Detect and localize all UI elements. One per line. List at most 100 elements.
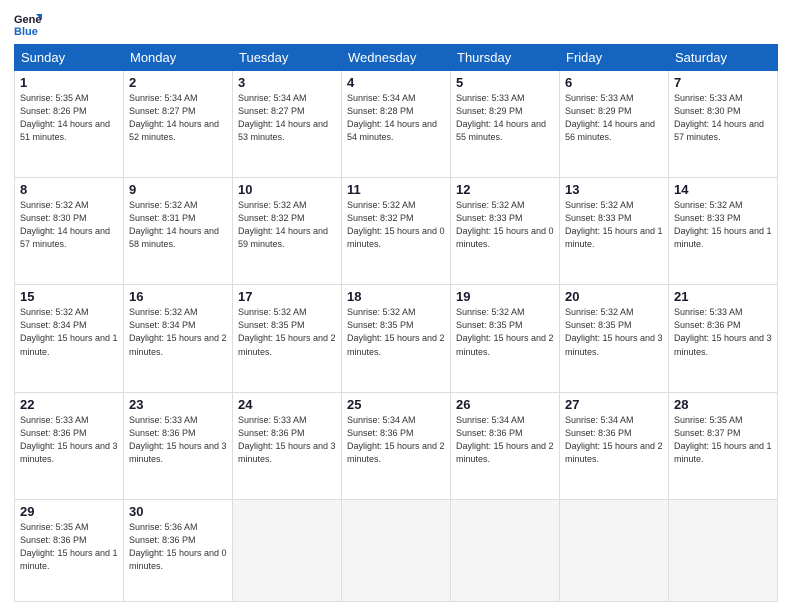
day-number: 4 [347, 75, 445, 90]
day-info: Sunrise: 5:35 AMSunset: 8:26 PMDaylight:… [20, 92, 118, 144]
calendar-cell: 9 Sunrise: 5:32 AMSunset: 8:31 PMDaylight… [124, 178, 233, 285]
calendar-cell [342, 499, 451, 601]
day-number: 11 [347, 182, 445, 197]
calendar-cell: 16 Sunrise: 5:32 AMSunset: 8:34 PMDayligh… [124, 285, 233, 392]
logo-icon: General Blue [14, 10, 42, 38]
day-number: 25 [347, 397, 445, 412]
day-number: 27 [565, 397, 663, 412]
day-info: Sunrise: 5:32 AMSunset: 8:34 PMDaylight:… [129, 306, 227, 358]
calendar-cell: 27 Sunrise: 5:34 AMSunset: 8:36 PMDayligh… [560, 392, 669, 499]
svg-text:General: General [14, 14, 42, 26]
day-info: Sunrise: 5:32 AMSunset: 8:35 PMDaylight:… [456, 306, 554, 358]
calendar-week-row: 8 Sunrise: 5:32 AMSunset: 8:30 PMDaylight… [15, 178, 778, 285]
col-header-friday: Friday [560, 45, 669, 71]
day-info: Sunrise: 5:32 AMSunset: 8:32 PMDaylight:… [238, 199, 336, 251]
calendar-cell: 26Sunrise: 5:34 AMSunset: 8:36 PMDayligh… [451, 392, 560, 499]
page: General Blue SundayMondayTuesdayWednesda… [0, 0, 792, 612]
day-info: Sunrise: 5:32 AMSunset: 8:35 PMDaylight:… [565, 306, 663, 358]
day-number: 20 [565, 289, 663, 304]
day-info: Sunrise: 5:32 AMSunset: 8:33 PMDaylight:… [456, 199, 554, 251]
day-number: 23 [129, 397, 227, 412]
day-number: 21 [674, 289, 772, 304]
calendar-header-row: SundayMondayTuesdayWednesdayThursdayFrid… [15, 45, 778, 71]
day-info: Sunrise: 5:33 AMSunset: 8:30 PMDaylight:… [674, 92, 772, 144]
day-number: 9 [129, 182, 227, 197]
day-number: 29 [20, 504, 118, 519]
calendar-cell [233, 499, 342, 601]
day-info: Sunrise: 5:32 AMSunset: 8:35 PMDaylight:… [347, 306, 445, 358]
day-info: Sunrise: 5:33 AMSunset: 8:36 PMDaylight:… [129, 414, 227, 466]
day-info: Sunrise: 5:35 AMSunset: 8:36 PMDaylight:… [20, 521, 118, 573]
col-header-sunday: Sunday [15, 45, 124, 71]
day-number: 10 [238, 182, 336, 197]
calendar-cell: 19 Sunrise: 5:32 AMSunset: 8:35 PMDayligh… [451, 285, 560, 392]
day-number: 6 [565, 75, 663, 90]
calendar-cell: 25 Sunrise: 5:34 AMSunset: 8:36 PMDayligh… [342, 392, 451, 499]
calendar-cell: 8 Sunrise: 5:32 AMSunset: 8:30 PMDaylight… [15, 178, 124, 285]
day-info: Sunrise: 5:34 AMSunset: 8:27 PMDaylight:… [238, 92, 336, 144]
day-info: Sunrise: 5:32 AMSunset: 8:32 PMDaylight:… [347, 199, 445, 251]
col-header-tuesday: Tuesday [233, 45, 342, 71]
calendar-cell: 4 Sunrise: 5:34 AMSunset: 8:28 PMDaylight… [342, 71, 451, 178]
day-number: 8 [20, 182, 118, 197]
day-number: 30 [129, 504, 227, 519]
calendar-cell [669, 499, 778, 601]
day-info: Sunrise: 5:33 AMSunset: 8:29 PMDaylight:… [565, 92, 663, 144]
day-info: Sunrise: 5:33 AMSunset: 8:29 PMDaylight:… [456, 92, 554, 144]
calendar-cell: 30 Sunrise: 5:36 AMSunset: 8:36 PMDayligh… [124, 499, 233, 601]
calendar-cell: 23 Sunrise: 5:33 AMSunset: 8:36 PMDayligh… [124, 392, 233, 499]
day-number: 15 [20, 289, 118, 304]
calendar-cell: 6 Sunrise: 5:33 AMSunset: 8:29 PMDaylight… [560, 71, 669, 178]
calendar-week-row: 1 Sunrise: 5:35 AMSunset: 8:26 PMDaylight… [15, 71, 778, 178]
calendar-week-row: 22 Sunrise: 5:33 AMSunset: 8:36 PMDayligh… [15, 392, 778, 499]
calendar-cell: 13 Sunrise: 5:32 AMSunset: 8:33 PMDayligh… [560, 178, 669, 285]
calendar-cell: 1 Sunrise: 5:35 AMSunset: 8:26 PMDaylight… [15, 71, 124, 178]
logo: General Blue [14, 10, 42, 38]
day-number: 7 [674, 75, 772, 90]
calendar-week-row: 29 Sunrise: 5:35 AMSunset: 8:36 PMDayligh… [15, 499, 778, 601]
day-info: Sunrise: 5:34 AMSunset: 8:36 PMDaylight:… [565, 414, 663, 466]
day-number: 12 [456, 182, 554, 197]
day-number: 24 [238, 397, 336, 412]
day-info: Sunrise: 5:32 AMSunset: 8:34 PMDaylight:… [20, 306, 118, 358]
day-number: 1 [20, 75, 118, 90]
day-info: Sunrise: 5:34 AMSunset: 8:36 PMDaylight:… [347, 414, 445, 466]
calendar-cell: 2 Sunrise: 5:34 AMSunset: 8:27 PMDaylight… [124, 71, 233, 178]
day-info: Sunrise: 5:33 AMSunset: 8:36 PMDaylight:… [674, 306, 772, 358]
day-info: Sunrise: 5:32 AMSunset: 8:33 PMDaylight:… [565, 199, 663, 251]
day-number: 22 [20, 397, 118, 412]
day-number: 19 [456, 289, 554, 304]
day-info: Sunrise: 5:33 AMSunset: 8:36 PMDaylight:… [20, 414, 118, 466]
day-number: 3 [238, 75, 336, 90]
day-info: Sunrise: 5:34 AMSunset: 8:27 PMDaylight:… [129, 92, 227, 144]
calendar-cell: 11 Sunrise: 5:32 AMSunset: 8:32 PMDayligh… [342, 178, 451, 285]
col-header-saturday: Saturday [669, 45, 778, 71]
calendar-cell: 12 Sunrise: 5:32 AMSunset: 8:33 PMDayligh… [451, 178, 560, 285]
day-number: 2 [129, 75, 227, 90]
day-number: 17 [238, 289, 336, 304]
calendar-cell: 22 Sunrise: 5:33 AMSunset: 8:36 PMDayligh… [15, 392, 124, 499]
calendar-cell [451, 499, 560, 601]
day-number: 18 [347, 289, 445, 304]
calendar-cell: 24 Sunrise: 5:33 AMSunset: 8:36 PMDayligh… [233, 392, 342, 499]
day-info: Sunrise: 5:34 AMSunset: 8:36 PMDaylight:… [456, 414, 554, 466]
col-header-monday: Monday [124, 45, 233, 71]
day-number: 14 [674, 182, 772, 197]
day-number: 16 [129, 289, 227, 304]
day-info: Sunrise: 5:32 AMSunset: 8:35 PMDaylight:… [238, 306, 336, 358]
day-info: Sunrise: 5:32 AMSunset: 8:31 PMDaylight:… [129, 199, 227, 251]
calendar-cell: 3 Sunrise: 5:34 AMSunset: 8:27 PMDaylight… [233, 71, 342, 178]
calendar-week-row: 15 Sunrise: 5:32 AMSunset: 8:34 PMDayligh… [15, 285, 778, 392]
day-number: 13 [565, 182, 663, 197]
day-info: Sunrise: 5:32 AMSunset: 8:30 PMDaylight:… [20, 199, 118, 251]
svg-text:Blue: Blue [14, 26, 38, 38]
day-info: Sunrise: 5:34 AMSunset: 8:28 PMDaylight:… [347, 92, 445, 144]
day-info: Sunrise: 5:35 AMSunset: 8:37 PMDaylight:… [674, 414, 772, 466]
day-info: Sunrise: 5:32 AMSunset: 8:33 PMDaylight:… [674, 199, 772, 251]
day-info: Sunrise: 5:33 AMSunset: 8:36 PMDaylight:… [238, 414, 336, 466]
calendar-cell: 10 Sunrise: 5:32 AMSunset: 8:32 PMDayligh… [233, 178, 342, 285]
calendar-table: SundayMondayTuesdayWednesdayThursdayFrid… [14, 44, 778, 602]
day-info: Sunrise: 5:36 AMSunset: 8:36 PMDaylight:… [129, 521, 227, 573]
calendar-cell: 29 Sunrise: 5:35 AMSunset: 8:36 PMDayligh… [15, 499, 124, 601]
col-header-thursday: Thursday [451, 45, 560, 71]
